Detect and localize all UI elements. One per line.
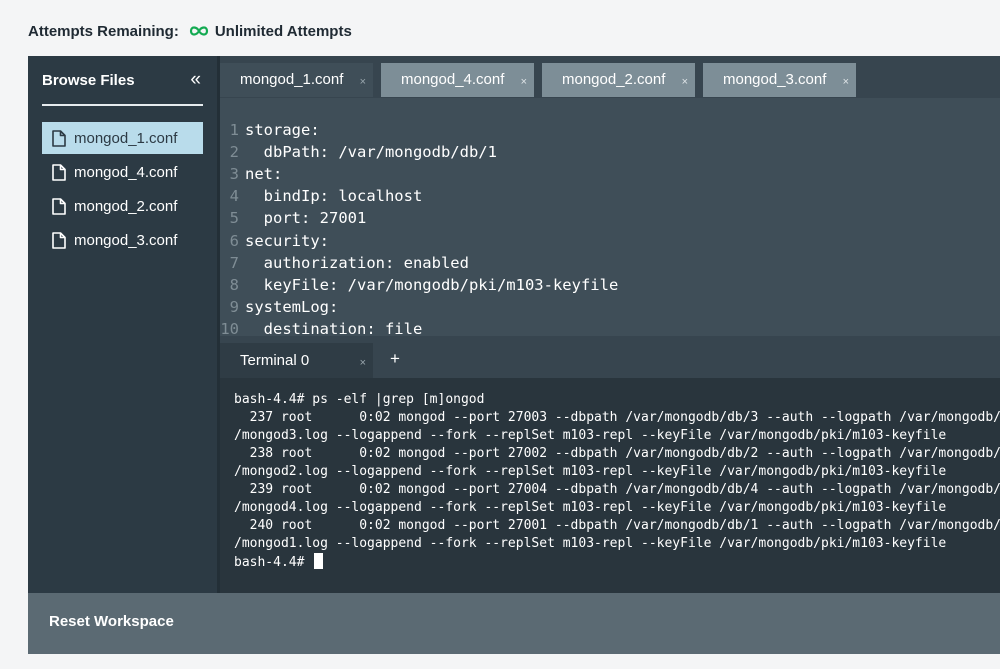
terminal-prompt: bash-4.4# [234,555,313,570]
terminal-output[interactable]: bash-4.4# ps -elf |grep [m]ongod 237 roo… [234,391,1000,591]
infinity-icon [188,25,210,37]
code-text: port: 27001 [245,209,367,228]
terminal-panel: Terminal 0 × + bash-4.4# ps -elf |grep [… [220,336,1000,593]
attempts-value: Unlimited Attempts [214,22,352,40]
line-number: 8 [229,275,239,294]
file-icon [52,197,66,215]
editor-tab-mongod-4[interactable]: mongod_4.conf × [381,63,534,97]
new-terminal-icon[interactable]: + [390,349,400,369]
code-text: security: [245,231,329,250]
workspace: Browse Files « mongod_1.conf mongod_4.co… [28,56,1000,654]
terminal-line: /mongod1.log --logappend --fork --replSe… [234,536,947,551]
code-line: 10 destination: file [220,318,1000,336]
file-list: mongod_1.conf mongod_4.conf mongod_2.con… [42,122,203,258]
terminal-prompt-line: bash-4.4# [234,553,1000,571]
terminal-line: /mongod4.log --logappend --fork --replSe… [234,500,947,515]
editor-tab-label: mongod_1.conf [240,71,344,88]
terminal-line: bash-4.4# ps -elf |grep [m]ongod [234,392,485,407]
line-number: 1 [229,121,239,140]
code-line: 9 systemLog: [220,296,1000,318]
file-browser-sidebar: Browse Files « mongod_1.conf mongod_4.co… [28,56,217,593]
terminal-line: 237 root 0:02 mongod --port 27003 --dbpa… [234,410,1000,425]
editor-tab-mongod-1[interactable]: mongod_1.conf × [220,63,373,97]
code-text: authorization: enabled [245,253,469,272]
collapse-sidebar-icon[interactable]: « [190,69,201,91]
file-item-label: mongod_3.conf [74,231,178,249]
terminal-tab-bar: Terminal 0 × + [220,336,1000,378]
line-number: 9 [229,297,239,316]
code-text: net: [245,165,283,184]
code-text: bindIp: localhost [245,187,423,206]
code-line: 8 keyFile: /var/mongodb/pki/m103-keyfile [220,274,1000,296]
terminal-tab-0[interactable]: Terminal 0 × [220,343,373,378]
file-icon [52,129,66,147]
close-tab-icon[interactable]: × [521,76,527,88]
file-item-mongod-1[interactable]: mongod_1.conf [42,122,203,154]
terminal-tab-label: Terminal 0 [240,352,310,369]
code-text: dbPath: /var/mongodb/db/1 [245,143,497,162]
editor-tab-mongod-3[interactable]: mongod_3.conf × [703,63,856,97]
code-line: 3 net: [220,163,1000,185]
close-terminal-icon[interactable]: × [360,357,366,369]
file-item-label: mongod_1.conf [74,129,178,147]
file-item-mongod-3[interactable]: mongod_3.conf [42,224,203,256]
code-editor: mongod_1.conf × mongod_4.conf × mongod_2… [220,56,1000,336]
attempts-label: Attempts Remaining: [28,22,179,40]
code-line: 4 bindIp: localhost [220,185,1000,207]
code-text: destination: file [245,319,423,336]
file-item-label: mongod_2.conf [74,197,178,215]
terminal-line: 238 root 0:02 mongod --port 27002 --dbpa… [234,446,1000,461]
file-item-label: mongod_4.conf [74,163,178,181]
terminal-line: 239 root 0:02 mongod --port 27004 --dbpa… [234,482,1000,497]
workspace-footer: Reset Workspace [28,593,1000,654]
terminal-line: 240 root 0:02 mongod --port 27001 --dbpa… [234,518,1000,533]
attempts-bar: Attempts Remaining: Unlimited Attempts [28,20,352,42]
line-number: 5 [229,209,239,228]
code-text: keyFile: /var/mongodb/pki/m103-keyfile [245,275,619,294]
line-number: 7 [229,253,239,272]
line-number: 4 [229,187,239,206]
editor-tab-bar: mongod_1.conf × mongod_4.conf × mongod_2… [220,56,1000,98]
line-number: 2 [229,143,239,162]
line-number: 3 [229,165,239,184]
close-tab-icon[interactable]: × [360,76,366,88]
file-icon [52,231,66,249]
code-area[interactable]: 1 storage: 2 dbPath: /var/mongodb/db/1 3n… [220,98,1000,336]
code-line: 1 storage: [220,119,1000,141]
editor-tab-label: mongod_3.conf [723,71,827,88]
line-number: 10 [220,319,239,336]
editor-tab-mongod-2[interactable]: mongod_2.conf × [542,63,695,97]
line-number: 6 [229,231,239,250]
code-line: 7 authorization: enabled [220,252,1000,274]
code-text: systemLog: [245,297,339,316]
reset-workspace-button[interactable]: Reset Workspace [49,613,174,630]
editor-tab-label: mongod_4.conf [401,71,505,88]
terminal-line: /mongod3.log --logappend --fork --replSe… [234,428,947,443]
file-item-mongod-4[interactable]: mongod_4.conf [42,156,203,188]
code-line: 2 dbPath: /var/mongodb/db/1 [220,141,1000,163]
editor-tab-label: mongod_2.conf [562,71,666,88]
code-text: storage: [245,121,320,140]
code-line: 5 port: 27001 [220,207,1000,229]
file-item-mongod-2[interactable]: mongod_2.conf [42,190,203,222]
code-line: 6 security: [220,229,1000,251]
close-tab-icon[interactable]: × [843,76,849,88]
file-browser-header: Browse Files « [42,69,203,106]
close-tab-icon[interactable]: × [682,76,688,88]
terminal-line: /mongod2.log --logappend --fork --replSe… [234,464,947,479]
file-icon [52,163,66,181]
terminal-cursor [314,553,324,569]
file-browser-title: Browse Files [42,72,135,89]
